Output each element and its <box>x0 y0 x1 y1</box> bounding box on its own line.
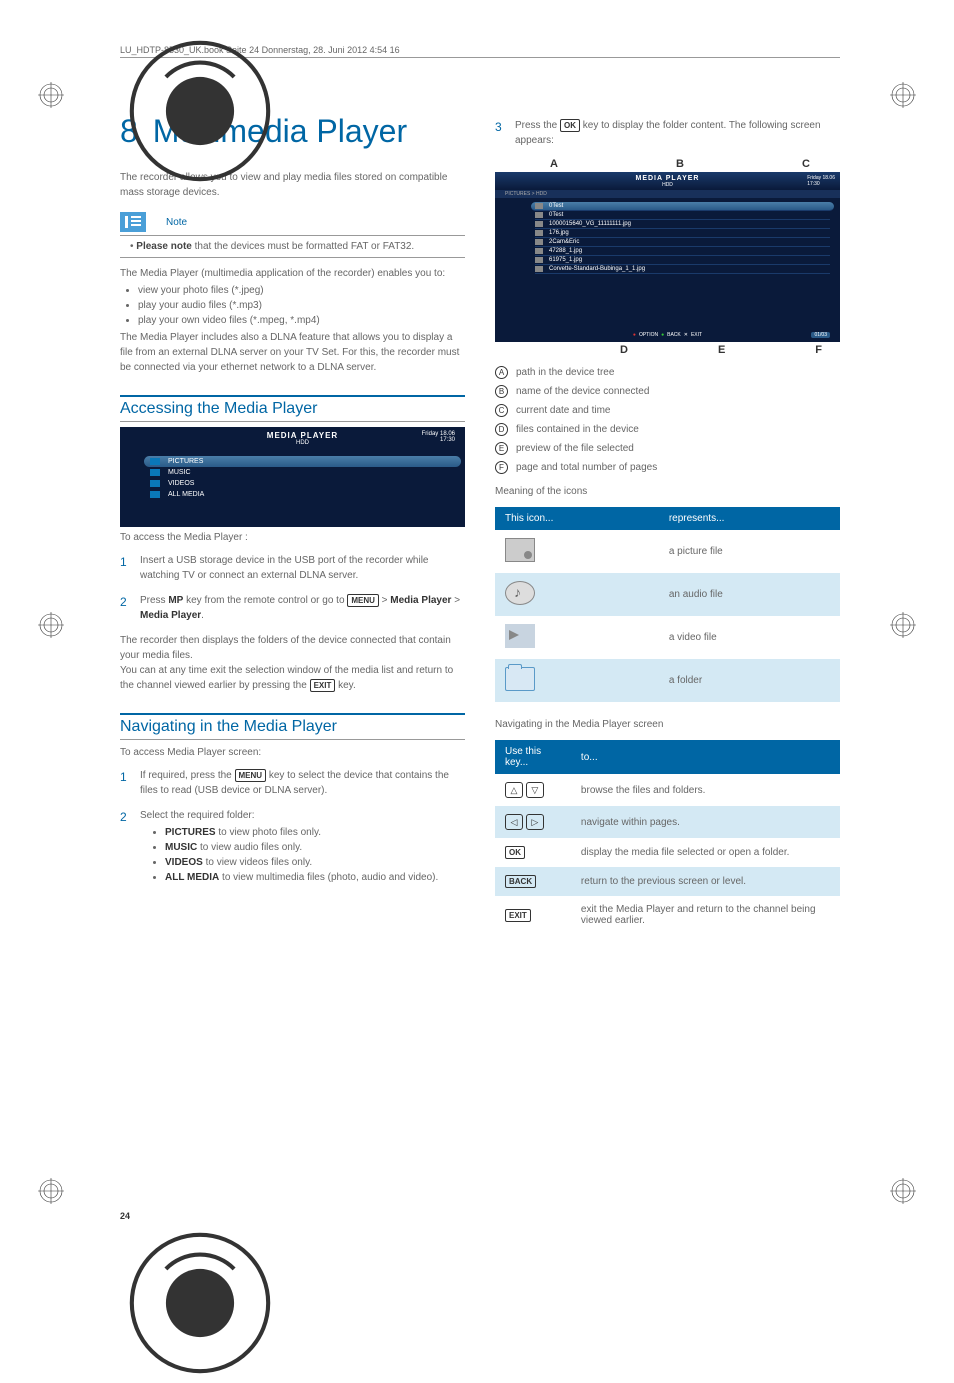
nav-screen-caption: Navigating in the Media Player screen <box>495 717 840 732</box>
callout-definitions: Apath in the device tree Bname of the de… <box>495 366 840 474</box>
th-key: Use this key... <box>495 740 571 774</box>
ok-keycap: OK <box>505 846 525 859</box>
corner-mark-icon <box>50 1228 72 1250</box>
nav-step-2: Select the required folder: PICTURES to … <box>140 808 465 887</box>
callout-c-text: current date and time <box>516 405 611 416</box>
screenshot-media-player-menu: Friday 18.0617:30 MEDIA PLAYER HDD PICTU… <box>120 427 465 527</box>
registration-mark-icon <box>890 612 916 638</box>
feature-item: view your photo files (*.jpeg) <box>138 283 465 298</box>
nav-steps: 1 If required, press the MENU key to sel… <box>120 768 465 887</box>
note-body: • Please note that the devices must be f… <box>120 235 465 258</box>
callout-label-c: C <box>802 158 810 170</box>
callout-d-icon: D <box>495 423 508 436</box>
feature-list: view your photo files (*.jpeg) play your… <box>120 283 465 328</box>
feature-item: play your audio files (*.mp3) <box>138 298 465 313</box>
right-column: 3 Press the OK key to display the folder… <box>495 113 840 949</box>
nav-step-1: If required, press the MENU key to selec… <box>140 768 465 798</box>
callout-e-text: preview of the file selected <box>516 443 634 454</box>
access-steps: 1Insert a USB storage device in the USB … <box>120 553 465 623</box>
video-file-icon <box>505 624 535 648</box>
callout-label-a: A <box>550 158 558 170</box>
icon-row-text: a video file <box>659 616 840 659</box>
th-to: to... <box>571 740 840 774</box>
corner-mark-icon <box>882 36 904 58</box>
step-2: Press MP key from the remote control or … <box>140 593 465 623</box>
corner-mark-icon <box>882 1228 904 1250</box>
icon-row-text: a folder <box>659 659 840 702</box>
icon-row-text: a picture file <box>659 530 840 573</box>
registration-mark-icon <box>890 1178 916 1204</box>
feature-item: play your own video files (*.mpeg, *.mp4… <box>138 313 465 328</box>
callout-a-text: path in the device tree <box>516 367 614 378</box>
key-row-text: return to the previous screen or level. <box>571 867 840 896</box>
screenshot-file-browser: A B C MEDIA PLAYER HDD Friday 18.0617:30… <box>495 158 840 356</box>
menu-keycap: MENU <box>347 594 379 607</box>
key-row-text: exit the Media Player and return to the … <box>571 896 840 934</box>
note-icon <box>120 212 146 232</box>
callout-b-icon: B <box>495 385 508 398</box>
callout-a-icon: A <box>495 366 508 379</box>
callout-f-icon: F <box>495 461 508 474</box>
up-arrow-key-icon: △ <box>505 782 523 798</box>
key-row-text: navigate within pages. <box>571 806 840 838</box>
section-navigating: Navigating in the Media Player <box>120 713 465 740</box>
exit-keycap: EXIT <box>310 679 336 692</box>
corner-mark-icon <box>50 36 72 58</box>
callout-label-e: E <box>718 344 725 356</box>
after-steps-2: You can at any time exit the selection w… <box>120 663 465 693</box>
th-represents: represents... <box>659 507 840 530</box>
callout-label-d: D <box>620 344 628 356</box>
callout-b-text: name of the device connected <box>516 386 649 397</box>
step-3: Press the OK key to display the folder c… <box>515 118 840 148</box>
callout-label-b: B <box>676 158 684 170</box>
access-caption: To access the Media Player : <box>120 530 465 545</box>
callout-e-icon: E <box>495 442 508 455</box>
registration-mark-icon <box>38 1178 64 1204</box>
meaning-caption: Meaning of the icons <box>495 484 840 499</box>
after-steps-1: The recorder then displays the folders o… <box>120 633 465 663</box>
callout-d-text: files contained in the device <box>516 424 639 435</box>
callout-f-text: page and total number of pages <box>516 462 657 473</box>
callout-label-f: F <box>815 344 822 356</box>
note-label: Note <box>166 217 187 228</box>
picture-file-icon <box>505 538 535 562</box>
left-column: 8Multimedia Player The recorder allows y… <box>120 113 465 949</box>
menu-keycap: MENU <box>235 769 267 782</box>
icon-row-text: an audio file <box>659 573 840 616</box>
key-function-table: Use this key...to... △ ▽ browse the files… <box>495 740 840 934</box>
icon-meaning-table: This icon...represents... a picture file… <box>495 507 840 702</box>
section-accessing: Accessing the Media Player <box>120 395 465 422</box>
step-1: Insert a USB storage device in the USB p… <box>140 553 465 583</box>
key-row-text: display the media file selected or open … <box>571 838 840 867</box>
step-3-list: 3 Press the OK key to display the folder… <box>495 118 840 148</box>
page-number: 24 <box>120 1211 130 1221</box>
exit-keycap: EXIT <box>505 909 531 922</box>
key-row-text: browse the files and folders. <box>571 774 840 806</box>
enables-text: The Media Player (multimedia application… <box>120 266 465 281</box>
folder-icon <box>505 667 535 691</box>
dlna-paragraph: The Media Player includes also a DLNA fe… <box>120 330 465 375</box>
note-box: Note • Please note that the devices must… <box>120 212 465 258</box>
back-keycap: BACK <box>505 875 536 888</box>
right-arrow-key-icon: ▷ <box>526 814 544 830</box>
audio-file-icon <box>505 581 535 605</box>
left-arrow-key-icon: ◁ <box>505 814 523 830</box>
down-arrow-key-icon: ▽ <box>526 782 544 798</box>
th-icon: This icon... <box>495 507 659 530</box>
registration-mark-icon <box>38 612 64 638</box>
mp-key-icon: MP <box>168 593 183 608</box>
callout-c-icon: C <box>495 404 508 417</box>
ok-keycap: OK <box>560 119 580 132</box>
nav-caption: To access Media Player screen: <box>120 745 465 760</box>
